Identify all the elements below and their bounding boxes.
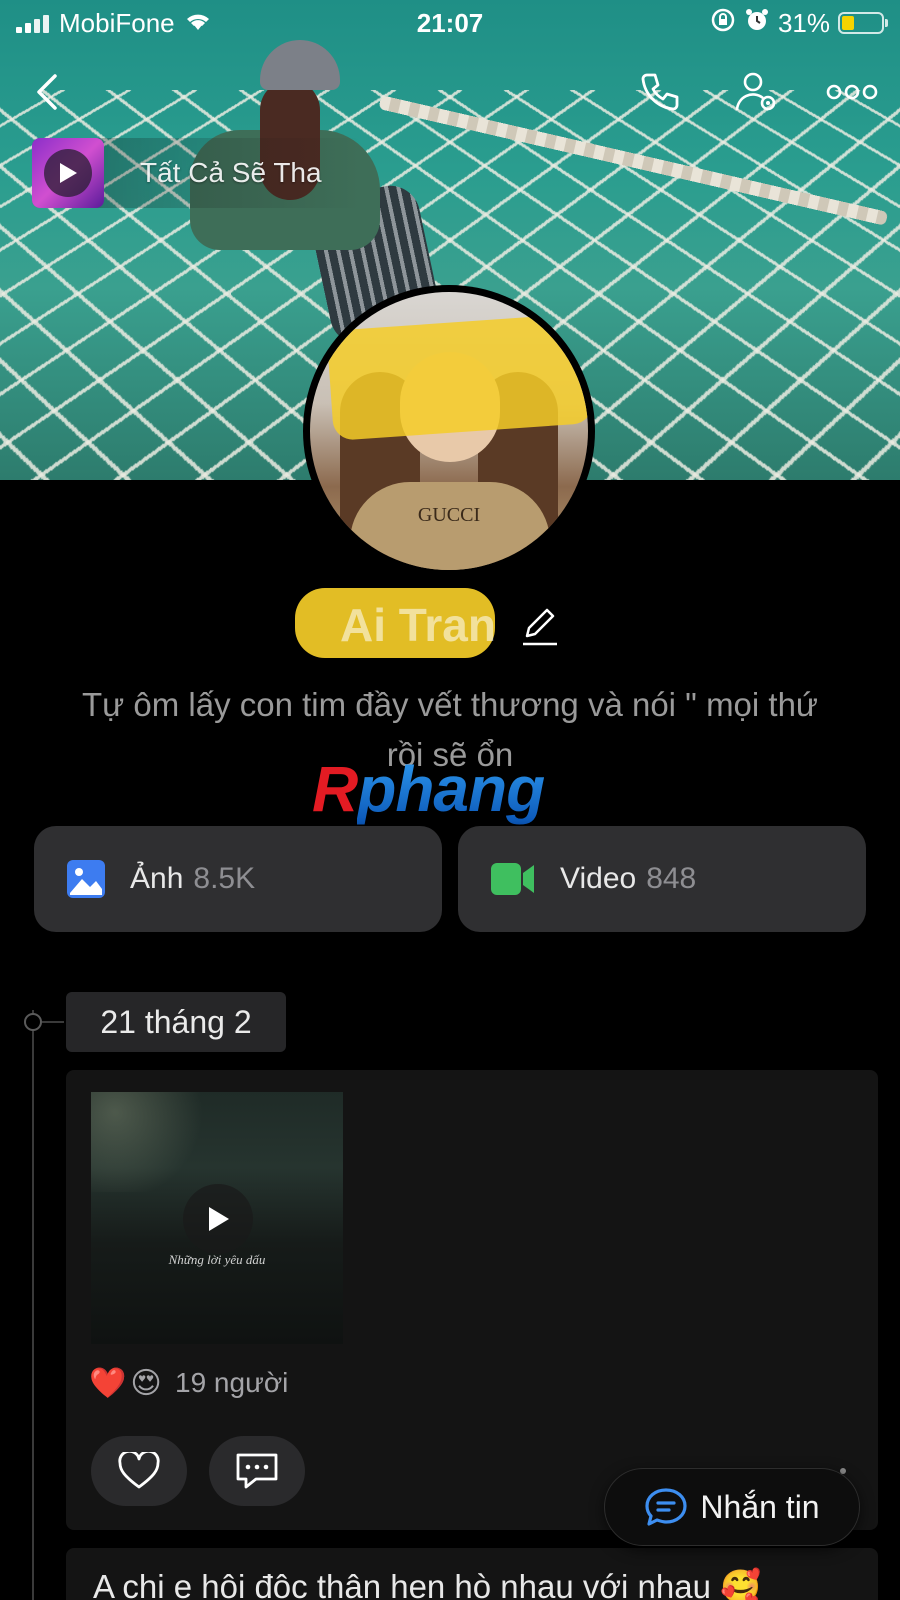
image-icon <box>67 860 105 898</box>
profile-music[interactable]: Tất Cả Sẽ Tha <box>32 138 362 208</box>
post-text: A chị e hội độc thân hẹn hò nhau với nha… <box>93 1568 762 1600</box>
comment-button[interactable] <box>209 1436 305 1506</box>
more-button[interactable] <box>822 62 882 122</box>
play-icon <box>183 1184 253 1254</box>
photos-label: Ảnh <box>130 862 184 895</box>
videos-tile[interactable]: Video 848 <box>458 826 866 932</box>
pencil-icon <box>522 608 557 646</box>
music-title: Tất Cả Sẽ Tha <box>140 157 322 188</box>
post-video-thumbnail[interactable]: Những lời yêu dấu <box>91 1092 343 1344</box>
timeline-post: Những lời yêu dấu ❤️ 😍 19 người <box>66 1070 878 1530</box>
media-tiles: Ảnh 8.5K Video 848 <box>34 826 866 932</box>
video-camera-icon <box>491 863 534 895</box>
carrier-name: MobiFone <box>59 7 175 38</box>
reaction-count: 19 người <box>175 1367 289 1398</box>
user-settings-icon <box>735 72 776 111</box>
message-button-label: Nhắn tin <box>700 1488 820 1525</box>
back-button[interactable] <box>18 62 78 122</box>
videos-count: 848 <box>646 862 697 895</box>
music-thumbnail[interactable] <box>32 138 104 208</box>
photos-tile[interactable]: Ảnh 8.5K <box>34 826 442 932</box>
avatar-redaction <box>326 313 588 441</box>
heart-icon <box>118 1452 160 1489</box>
more-horizontal-icon <box>826 84 878 100</box>
avatar-shirt-text: GUCCI <box>417 504 481 526</box>
play-icon <box>44 149 92 197</box>
message-button[interactable]: Nhắn tin <box>604 1468 860 1546</box>
like-button[interactable] <box>91 1436 187 1506</box>
chat-bubble-icon <box>645 1488 688 1526</box>
top-navigation <box>0 62 900 122</box>
battery-icon <box>838 12 888 34</box>
video-caption: Những lời yêu dấu <box>168 1252 266 1267</box>
user-settings-button[interactable] <box>727 62 787 122</box>
watermark-logo: Rphang <box>312 753 545 825</box>
profile-name: Ai Tran <box>295 588 496 658</box>
heart-eyes-reaction-icon: 😍 <box>130 1366 162 1400</box>
timeline-line <box>32 1010 34 1600</box>
timeline-tick <box>42 1021 64 1023</box>
timeline-date: 21 tháng 2 <box>66 992 286 1052</box>
battery-percent: 31% <box>777 7 830 38</box>
edit-name-button[interactable] <box>520 603 560 647</box>
post-actions <box>91 1436 305 1506</box>
status-bar: MobiFone 21:07 31% <box>0 0 900 46</box>
timeline-dot <box>24 1013 42 1031</box>
timeline-post-next: A chị e hội độc thân hẹn hò nhau với nha… <box>66 1548 878 1600</box>
chevron-left-icon <box>37 74 57 110</box>
comment-icon <box>236 1453 278 1489</box>
videos-label: Video <box>560 862 637 895</box>
heart-reaction-icon: ❤️ <box>89 1366 127 1400</box>
post-reactions[interactable]: ❤️ 😍 19 người <box>89 1366 289 1400</box>
signal-icon <box>16 13 49 33</box>
profile-name-row: Ai Tran <box>0 588 900 660</box>
photos-count: 8.5K <box>193 862 256 895</box>
wifi-icon <box>183 8 213 39</box>
phone-icon <box>641 73 679 111</box>
rotation-lock-icon <box>710 7 736 40</box>
alarm-icon <box>744 7 770 40</box>
profile-avatar[interactable]: GUCCI <box>303 285 595 577</box>
call-button[interactable] <box>630 62 690 122</box>
